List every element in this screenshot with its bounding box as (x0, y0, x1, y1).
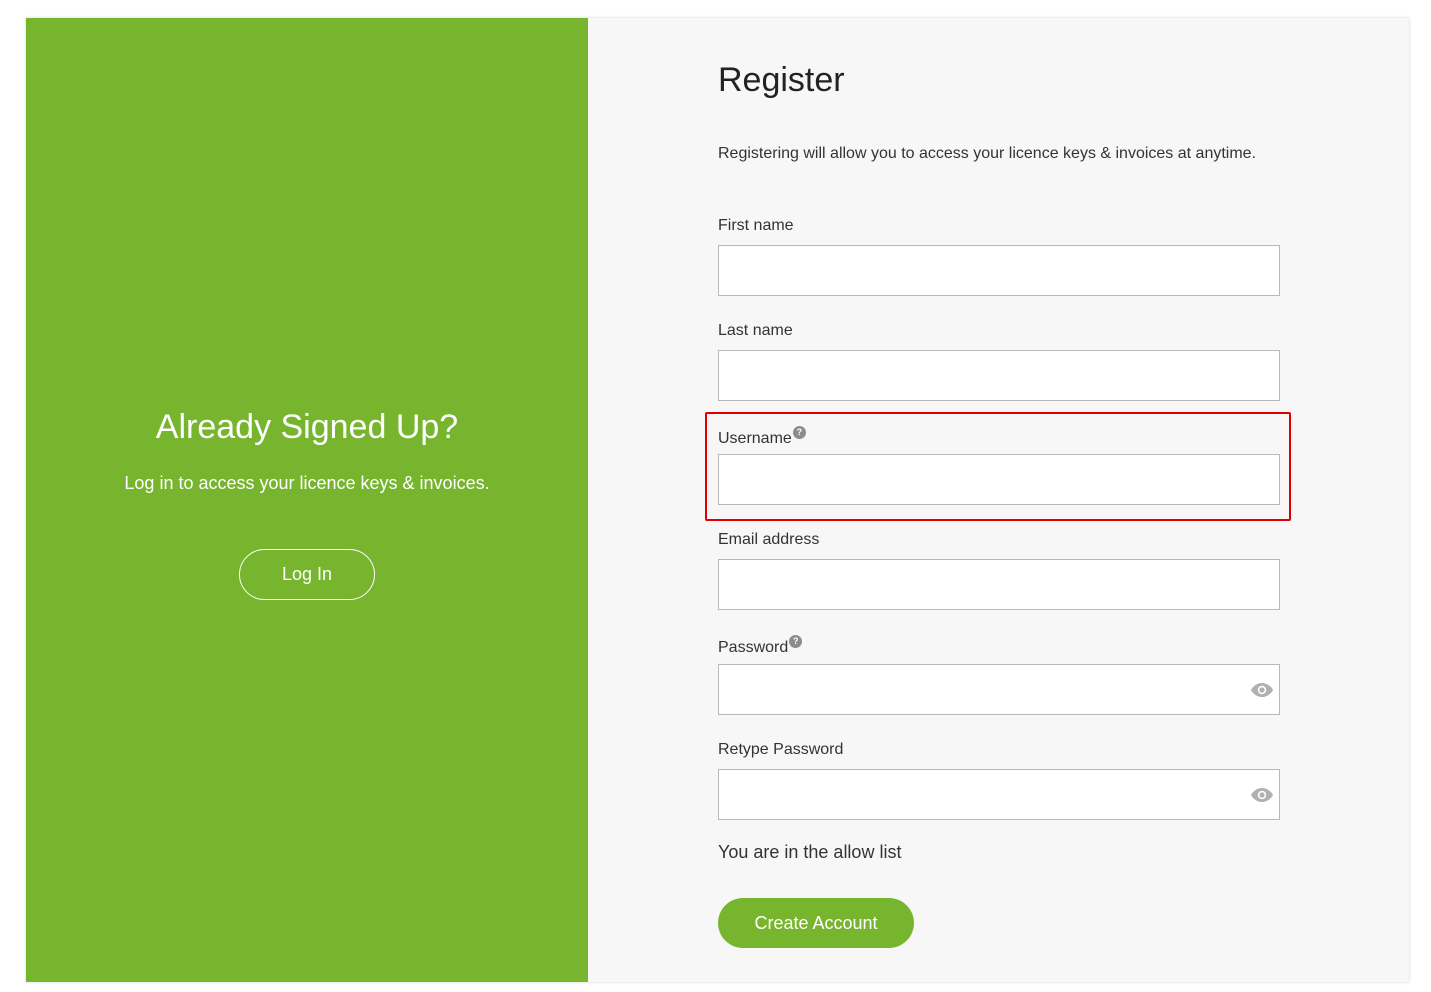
last-name-input[interactable] (718, 350, 1280, 401)
first-name-input[interactable] (718, 245, 1280, 296)
first-name-label-text: First name (718, 217, 794, 234)
eye-icon[interactable] (1250, 787, 1274, 803)
email-input[interactable] (718, 559, 1280, 610)
question-circle-icon[interactable]: ? (792, 426, 806, 439)
username-input[interactable] (718, 454, 1280, 505)
register-intro: Registering will allow you to access you… (718, 145, 1257, 162)
question-circle-icon[interactable]: ? (789, 635, 803, 648)
last-name-label: Last name (718, 321, 793, 341)
signin-subtext: Log in to access your licence keys & inv… (124, 473, 490, 493)
last-name-label-text: Last name (718, 322, 793, 339)
password-label: Password? (718, 635, 803, 658)
retype-password-label-text: Retype Password (718, 741, 844, 758)
email-label: Email address (718, 530, 819, 550)
create-account-button[interactable]: Create Account (718, 898, 914, 948)
email-label-text: Email address (718, 531, 820, 548)
retype-password-input[interactable] (718, 769, 1280, 820)
first-name-label: First name (718, 216, 794, 236)
username-label: Username? (718, 426, 806, 449)
username-label-text: Username (718, 430, 792, 447)
password-input[interactable] (718, 664, 1280, 715)
log-in-button[interactable]: Log In (239, 549, 375, 600)
password-label-text: Password (718, 639, 789, 656)
eye-icon[interactable] (1250, 682, 1274, 698)
register-panel: Register Registering will allow you to a… (588, 18, 1409, 982)
signin-panel: Already Signed Up? Log in to access your… (26, 18, 588, 982)
page-title: Register (718, 61, 845, 99)
allow-list-status: You are in the allow list (718, 842, 902, 862)
retype-password-label: Retype Password (718, 740, 843, 760)
signin-heading: Already Signed Up? (155, 408, 459, 446)
register-card: Already Signed Up? Log in to access your… (26, 18, 1409, 982)
